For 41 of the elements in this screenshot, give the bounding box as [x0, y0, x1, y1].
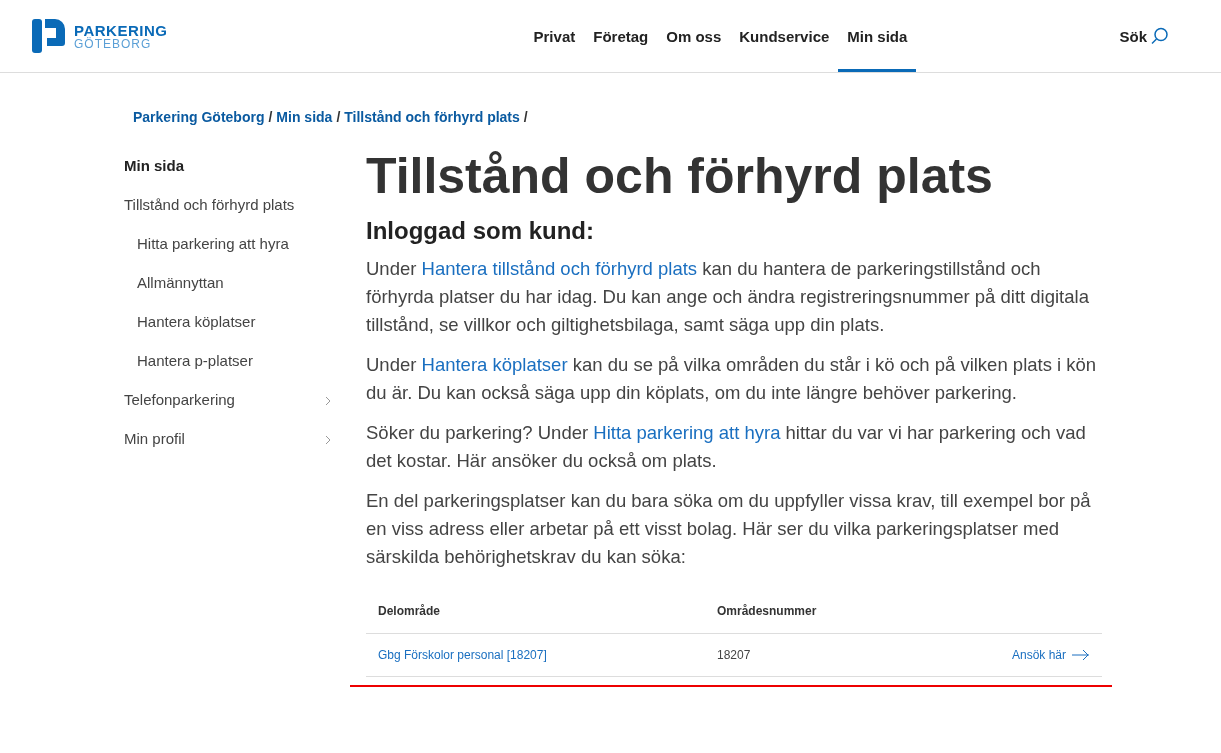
search-icon [1151, 27, 1169, 45]
paragraph: Under Hantera köplatser kan du se på vilka områden du står i kö och på vilken plats i kön du är. Du kan också säga upp din köplats, om du inte längre behöver parkering. [366, 353, 1098, 405]
sidebar-heading: Min sida [124, 156, 185, 176]
sidebar-link[interactable]: Hantera p-platser [124, 350, 366, 389]
apply-link[interactable]: Ansök här [1011, 648, 1090, 662]
breadcrumb-link[interactable]: Parkering Göteborg [133, 109, 265, 125]
nav-link[interactable]: Om oss [657, 0, 731, 72]
paragraph: Under Hantera tillstånd och förhyrd plats kan du hantera de parkeringstillstånd och förhyrda platser du har idag. Du kan ange och ändra registreringsnummer på ditt digitala tillstånd, se villkor och giltighetsbilaga, samt säga upp din plats. [366, 257, 1090, 337]
paragraph: En del parkeringsplatser kan du bara söka om du uppfyller vissa krav, till exempel bor på en viss adress eller arbetar på ett visst bolag. Här ser du vilka parkeringsplatser med särskilda behörighetskrav du kan söka: [366, 489, 1092, 569]
nav-link[interactable]: Företag [584, 0, 658, 72]
sidebar-link[interactable]: Hitta parkering att hyra [124, 233, 366, 272]
chevron-right-icon [325, 435, 332, 445]
sidebar-link[interactable]: Telefonparkering [124, 389, 366, 428]
area-link[interactable]: Gbg Förskolor personal [18207] [378, 648, 717, 662]
arrow-right-icon [1072, 649, 1090, 661]
inline-link[interactable]: Hantera köplatser [421, 354, 568, 375]
nav-link[interactable]: Min sida [838, 0, 917, 72]
sidebar-link[interactable]: Tillstånd och förhyrd plats [124, 194, 366, 233]
sidebar-link[interactable]: Min profil [124, 428, 366, 467]
column-header: Delområde [378, 604, 442, 618]
logo-icon [32, 19, 66, 53]
breadcrumb-separator: / [268, 109, 273, 125]
column-header: Områdesnummer [717, 604, 818, 618]
sidebar-link[interactable]: Hantera köplatser [124, 311, 366, 350]
inline-link[interactable]: Hantera tillstånd och förhyrd plats [421, 258, 698, 279]
breadcrumb-separator: / [336, 109, 341, 125]
chevron-right-icon [325, 396, 332, 406]
logo-subtext: GÖTEBORG [74, 37, 153, 50]
breadcrumb-link[interactable]: Tillstånd och förhyrd plats [344, 109, 520, 125]
inline-link[interactable]: Hitta parkering att hyra [593, 422, 781, 443]
breadcrumb-separator: / [523, 109, 528, 125]
breadcrumb-link[interactable]: Min sida [276, 109, 333, 125]
search-button[interactable]: Sök [1113, 0, 1175, 72]
table-cell-text: 18207 [717, 648, 752, 662]
page-title: Tillstånd och förhyrd plats [366, 147, 994, 205]
nav-link[interactable]: Kundservice [730, 0, 839, 72]
paragraph: Söker du parkering? Under Hitta parkering att hyra hittar du var vi har parkering och vad det kostar. Här ansöker du också om plats. [366, 421, 1087, 473]
logo-text: PARKERING [74, 22, 168, 38]
nav-link[interactable]: Privat [524, 0, 585, 72]
section-heading: Inloggad som kund: [366, 217, 595, 245]
sidebar-link[interactable]: Allmännyttan [124, 272, 366, 311]
